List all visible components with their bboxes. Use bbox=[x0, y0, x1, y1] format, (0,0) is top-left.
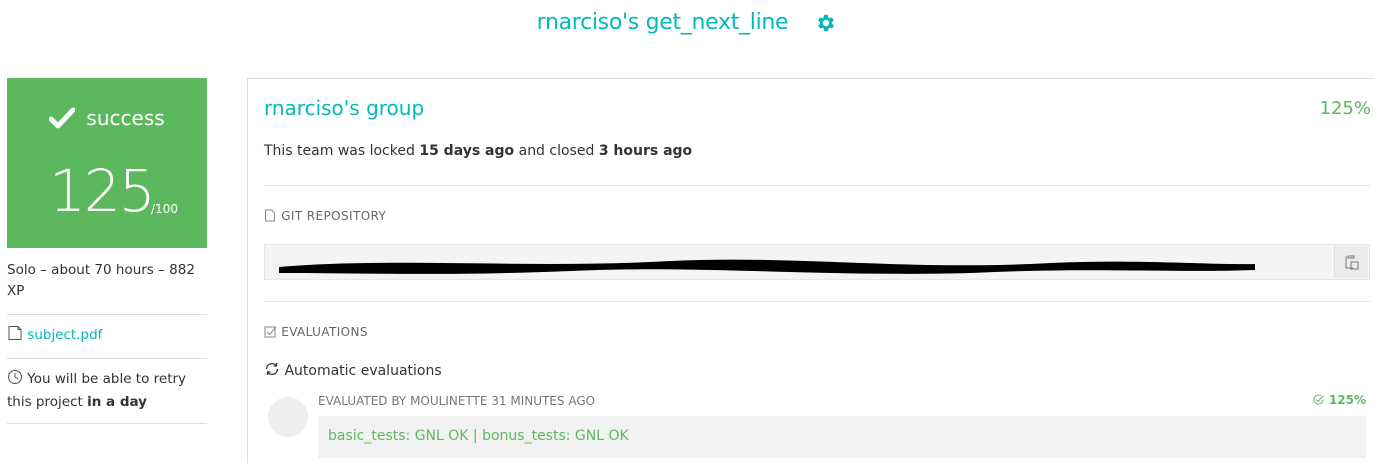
evaluation-result: basic_tests: GNL OK | bonus_tests: GNL O… bbox=[318, 416, 1366, 458]
retry-time: in a day bbox=[87, 394, 147, 410]
checkmark-icon bbox=[48, 107, 76, 129]
avatar bbox=[268, 397, 308, 437]
closed-ago: 3 hours ago bbox=[598, 143, 693, 159]
file-icon bbox=[264, 209, 277, 225]
clock-icon bbox=[7, 369, 23, 392]
group-percentage: 125% bbox=[1319, 98, 1371, 119]
gear-icon[interactable] bbox=[815, 12, 837, 34]
evaluation-result-text: basic_tests: GNL OK | bonus_tests: GNL O… bbox=[328, 428, 629, 444]
checkbox-icon bbox=[264, 325, 277, 341]
evaluations-label: EVALUATIONS bbox=[264, 325, 368, 341]
lock-status: This team was locked 15 days ago and clo… bbox=[264, 143, 692, 159]
refresh-icon bbox=[264, 361, 280, 381]
subject-pdf-link[interactable]: subject.pdf bbox=[27, 327, 102, 343]
team-panel: rnarciso's group 125% This team was lock… bbox=[247, 78, 1374, 463]
subject-row: subject.pdf bbox=[7, 315, 207, 358]
result-box: success 125 /100 bbox=[7, 78, 207, 248]
max-score: /100 bbox=[151, 202, 178, 216]
divider bbox=[264, 301, 1370, 302]
status-label: success bbox=[86, 106, 165, 130]
check-circle-icon bbox=[1312, 393, 1325, 409]
locked-ago: 15 days ago bbox=[419, 143, 515, 159]
page-header: rnarciso's get_next_line bbox=[0, 10, 1374, 35]
redaction-mark bbox=[279, 259, 1255, 274]
automatic-evaluations: Automatic evaluations bbox=[264, 361, 442, 381]
document-icon bbox=[7, 325, 23, 348]
group-name[interactable]: rnarciso's group bbox=[264, 96, 424, 120]
divider bbox=[264, 185, 1370, 186]
project-sidebar: Solo – about 70 hours – 882 XP subject.p… bbox=[7, 260, 207, 424]
final-score: 125 bbox=[49, 157, 156, 225]
retry-info: You will be able to retry this project i… bbox=[7, 359, 207, 423]
evaluation-score: 125% bbox=[1312, 393, 1366, 409]
lock-middle: and closed bbox=[518, 143, 595, 159]
clipboard-icon[interactable] bbox=[1334, 246, 1368, 278]
git-repo-field[interactable] bbox=[264, 244, 1370, 280]
git-repo-label: GIT REPOSITORY bbox=[264, 209, 386, 225]
page-title: rnarciso's get_next_line bbox=[536, 10, 789, 35]
lock-prefix: This team was locked bbox=[264, 143, 415, 159]
evaluated-by: EVALUATED BY MOULINETTE 31 MINUTES AGO bbox=[318, 394, 596, 408]
project-meta: Solo – about 70 hours – 882 XP bbox=[7, 262, 195, 299]
